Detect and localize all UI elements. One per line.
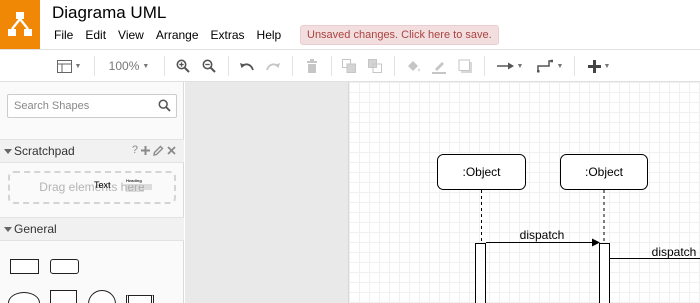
message-2-label: dispatch <box>652 245 697 259</box>
line-color-icon <box>432 61 446 74</box>
shadow-button[interactable] <box>456 56 474 76</box>
activation-bar-1[interactable] <box>475 243 486 303</box>
help-button[interactable]: ? <box>132 144 138 156</box>
insert-dropdown[interactable]: ▼ <box>584 56 614 76</box>
activation-bar-2[interactable] <box>599 243 610 303</box>
toolbar-divider <box>164 56 165 76</box>
line-color-button[interactable] <box>430 56 448 76</box>
to-back-button[interactable] <box>367 56 383 76</box>
shape-text[interactable]: Text <box>94 180 111 190</box>
menu-arrange[interactable]: Arrange <box>150 25 205 45</box>
undo-icon <box>240 63 254 71</box>
zoom-in-button[interactable] <box>175 56 191 76</box>
zoom-out-icon <box>202 59 216 73</box>
shape-square[interactable] <box>50 290 77 303</box>
chevron-down-icon: ▼ <box>142 62 150 70</box>
document-title[interactable]: Diagrama UML <box>52 3 166 23</box>
to-front-button[interactable] <box>341 56 357 76</box>
menu-edit[interactable]: Edit <box>79 25 112 45</box>
lifeline-object-2[interactable]: :Object <box>560 154 648 244</box>
search-icon[interactable] <box>158 99 171 112</box>
fill-color-icon <box>407 60 420 71</box>
close-icon[interactable] <box>167 145 176 155</box>
collapse-triangle-icon <box>4 227 12 232</box>
redo-icon <box>266 63 280 71</box>
drawio-logo-icon <box>8 12 32 36</box>
redo-button[interactable] <box>264 56 282 76</box>
message-1-label: dispatch <box>520 228 565 242</box>
delete-icon <box>307 59 317 73</box>
format-panel-button[interactable]: ▼ <box>54 56 84 76</box>
scratchpad-label: Scratchpad <box>14 144 75 158</box>
edit-pencil-icon[interactable] <box>153 145 164 156</box>
object-2-label: :Object <box>585 165 624 179</box>
delete-button[interactable] <box>304 56 320 76</box>
shape-process[interactable] <box>126 295 154 303</box>
chevron-down-icon: ▼ <box>516 62 524 70</box>
shape-rectangle[interactable] <box>10 259 39 274</box>
lifeline-object-1[interactable]: :Object <box>437 154 526 244</box>
toolbar-divider <box>94 56 95 76</box>
shape-textbox[interactable]: Heading <box>126 178 154 192</box>
to-front-icon <box>342 59 356 73</box>
toolbar-divider <box>574 56 575 76</box>
connection-style-dropdown[interactable]: ▼ <box>494 56 526 76</box>
zoom-dropdown[interactable]: 100% ▼ <box>104 56 154 76</box>
textbox-heading: Heading <box>126 178 142 183</box>
search-input[interactable] <box>8 95 154 117</box>
collapse-triangle-icon <box>4 149 12 154</box>
zoom-out-button[interactable] <box>201 56 217 76</box>
search-box <box>7 94 177 118</box>
chevron-down-icon: ▼ <box>556 62 564 70</box>
menu-view[interactable]: View <box>112 25 150 45</box>
zoom-level: 100% <box>108 59 140 73</box>
toolbar: ▼ 100% ▼ ▼ ▼ ▼ <box>0 49 700 82</box>
waypoints-dropdown[interactable]: ▼ <box>534 56 566 76</box>
chevron-down-icon: ▼ <box>74 62 82 70</box>
message-dispatch-1[interactable]: dispatch <box>486 228 600 247</box>
general-header[interactable]: General <box>0 217 184 241</box>
drawio-app: Diagrama UML File Edit View Arrange Extr… <box>0 0 700 303</box>
toolbar-divider <box>292 56 293 76</box>
shape-rounded-rectangle[interactable] <box>50 259 79 274</box>
menu-extras[interactable]: Extras <box>205 25 251 45</box>
textbox-preview-icon: Heading <box>126 178 152 192</box>
chevron-down-icon: ▼ <box>603 62 611 70</box>
menu-file[interactable]: File <box>48 25 79 45</box>
header: Diagrama UML File Edit View Arrange Extr… <box>0 0 700 49</box>
format-panel-icon <box>56 59 72 73</box>
toolbar-divider <box>484 56 485 76</box>
object-1-label: :Object <box>462 165 501 179</box>
toolbar-divider <box>394 56 395 76</box>
zoom-in-icon <box>176 59 190 73</box>
insert-icon <box>587 59 601 73</box>
message-dispatch-2[interactable]: dispatch <box>610 245 700 259</box>
waypoints-icon <box>536 59 553 73</box>
scratchpad-header[interactable]: Scratchpad ? <box>0 139 184 163</box>
menubar: File Edit View Arrange Extras Help <box>48 25 287 45</box>
fill-color-button[interactable] <box>404 56 422 76</box>
unsaved-changes-notice[interactable]: Unsaved changes. Click here to save. <box>300 25 499 45</box>
general-label: General <box>14 222 57 236</box>
menu-help[interactable]: Help <box>251 25 288 45</box>
toolbar-divider <box>331 56 332 76</box>
add-icon[interactable] <box>141 145 150 155</box>
shadow-icon <box>458 59 472 73</box>
toolbar-divider <box>228 56 229 76</box>
uml-sequence-diagram: :Object :Object dispatch dispatch <box>437 154 700 303</box>
undo-button[interactable] <box>238 56 256 76</box>
scratchpad-tools: ? <box>132 144 176 156</box>
drawio-logo[interactable] <box>0 0 40 49</box>
connection-icon <box>496 62 514 70</box>
to-back-icon <box>368 59 382 73</box>
